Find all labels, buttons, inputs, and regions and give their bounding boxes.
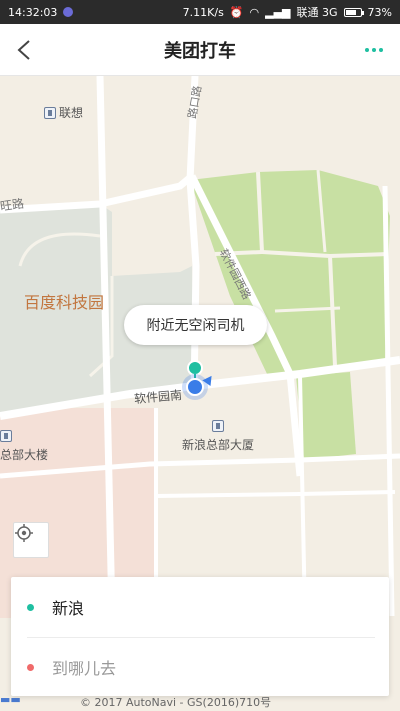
- back-button[interactable]: [8, 34, 40, 66]
- start-location-text: 新浪: [52, 599, 85, 618]
- area-label-baidu: 百度科技园: [24, 293, 105, 312]
- destination-row[interactable]: 到哪儿去: [11, 641, 389, 693]
- start-dot-icon: [27, 603, 34, 611]
- building-icon: [212, 420, 224, 432]
- road-label-left: 旺路: [0, 196, 25, 214]
- building-icon: [0, 430, 12, 442]
- battery-percent: 73%: [367, 5, 392, 19]
- more-button[interactable]: [358, 34, 390, 66]
- no-driver-bubble: 附近无空闲司机: [124, 305, 267, 345]
- current-location-dot: [186, 378, 204, 396]
- poi-lianxiang[interactable]: 联想: [44, 104, 83, 121]
- notification-icon: [63, 7, 74, 17]
- building-icon: [44, 107, 56, 119]
- destination-dot-icon: [27, 663, 34, 671]
- more-dots-icon: [365, 48, 383, 52]
- locate-target-icon: [15, 524, 33, 542]
- start-location-row[interactable]: 新浪: [11, 581, 389, 633]
- status-time: 14:32:03: [8, 5, 58, 19]
- poi-hq-building[interactable]: 总部大楼: [0, 430, 48, 463]
- app-screen: 14:32:03 7.11K/s ⏰ ◠ ▂▄▆ 联通 3G 73% 美团打车: [0, 0, 400, 711]
- card-divider: [27, 637, 375, 638]
- alarm-icon: ⏰: [229, 5, 244, 19]
- back-arrow-icon: [17, 40, 30, 60]
- network-speed: 7.11K/s: [182, 5, 224, 19]
- trip-card: 新浪 到哪儿去: [11, 577, 389, 696]
- battery-icon: [343, 7, 364, 17]
- poi-sina[interactable]: 新浪总部大厦: [182, 420, 254, 453]
- nav-bar: 美团打车: [0, 24, 400, 76]
- carrier-name: 联通 3G: [296, 6, 338, 19]
- destination-input[interactable]: 到哪儿去: [52, 655, 116, 679]
- status-bar: 14:32:03 7.11K/s ⏰ ◠ ▂▄▆ 联通 3G 73%: [0, 0, 400, 24]
- map-copyright: © 2017 AutoNavi - GS(2016)710号: [80, 696, 272, 709]
- signal-icon: ▂▄▆: [265, 5, 291, 19]
- page-title: 美团打车: [164, 40, 236, 62]
- locate-button[interactable]: [13, 522, 49, 558]
- wifi-icon: ◠: [249, 5, 260, 19]
